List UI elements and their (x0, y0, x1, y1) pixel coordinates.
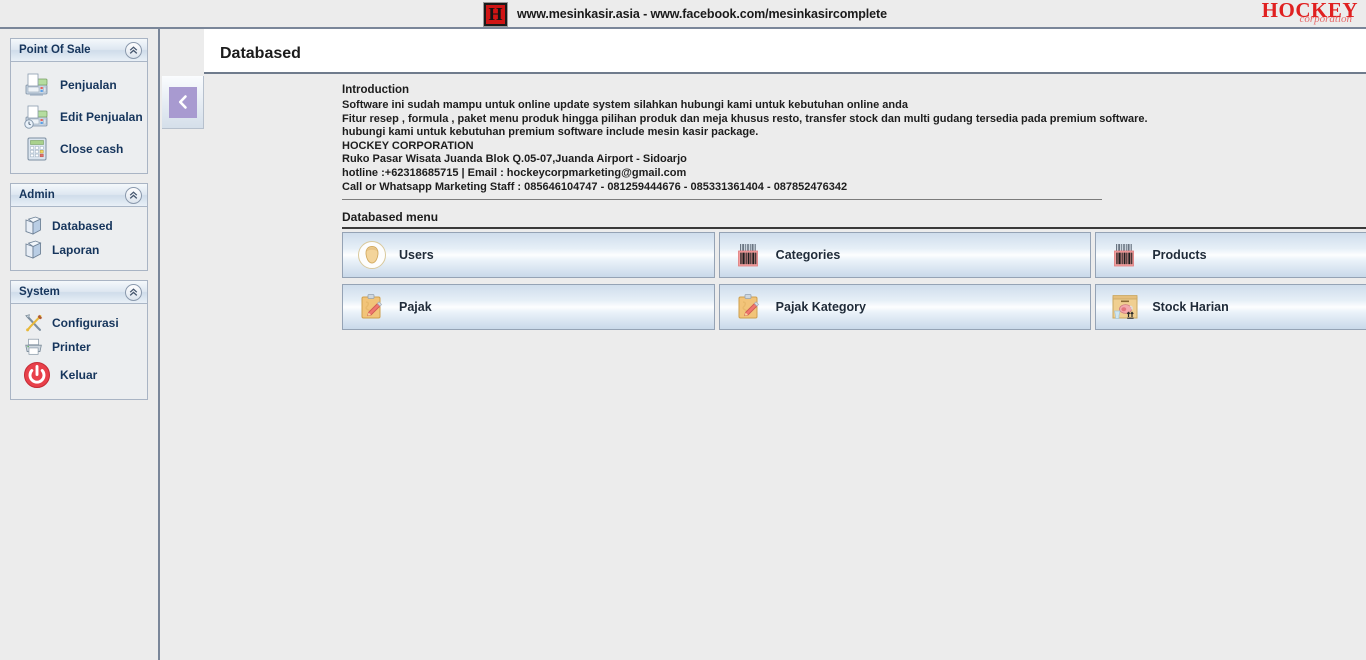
calculator-icon (23, 135, 51, 163)
sidebar-item-databased[interactable]: Databased (11, 214, 147, 238)
page-title-bar (204, 29, 1366, 74)
panel-body-system: Configurasi Printer Keluar (11, 304, 147, 399)
sidebar-item-close-cash[interactable]: Close cash (11, 133, 147, 165)
introduction-block: Introduction Software ini sudah mampu un… (342, 84, 1148, 201)
panel-header-system[interactable]: System (11, 281, 147, 304)
barcode-icon (733, 239, 765, 271)
stock-box-icon (1109, 291, 1141, 323)
cash-register-icon (23, 71, 51, 99)
top-banner: H www.mesinkasir.asia - www.facebook.com… (0, 0, 1366, 29)
panel-title-point-of-sale: Point Of Sale (19, 44, 91, 56)
double-chevron-up-icon[interactable] (125, 283, 142, 301)
databased-menu-section-header: Databased menu (342, 210, 1366, 229)
introduction-line: Call or Whatsapp Marketing Staff : 08564… (342, 180, 848, 193)
sidebar-item-label-databased: Databased (52, 219, 113, 233)
introduction-line: Software ini sudah mampu untuk online up… (342, 99, 908, 111)
user-avatar-icon (356, 239, 388, 271)
sidebar-item-label-configurasi: Configurasi (52, 316, 119, 330)
menu-button-label: Categories (775, 248, 841, 262)
sidebar-item-printer[interactable]: Printer (11, 335, 147, 359)
menu-button-users[interactable]: Users (342, 232, 715, 278)
double-chevron-up-icon[interactable] (125, 41, 142, 59)
sidebar-item-label-close-cash: Close cash (60, 142, 124, 156)
introduction-divider (342, 199, 1102, 201)
introduction-line: hubungi kami untuk kebutuhan premium sof… (342, 126, 759, 139)
sidebar-panel-point-of-sale: Point Of Sale Penjualan Edit Penjualan C… (10, 38, 148, 174)
menu-button-label: Products (1152, 248, 1207, 262)
panel-header-point-of-sale[interactable]: Point Of Sale (11, 39, 147, 62)
menu-button-pajak[interactable]: Pajak (342, 284, 715, 330)
introduction-line: hotline :+62318685715 | Email : hockeyco… (342, 166, 687, 179)
sidebar-collapse-strip[interactable] (162, 76, 204, 129)
sidebar-item-edit-penjualan[interactable]: Edit Penjualan (11, 101, 147, 133)
clipboard-pencil-icon (733, 291, 765, 323)
cash-register-edit-icon (23, 103, 51, 131)
introduction-line: Ruko Pasar Wisata Juanda Blok Q.05-07,Ju… (342, 153, 687, 166)
banner-website-text: www.mesinkasir.asia - www.facebook.com/m… (517, 7, 887, 21)
sidebar-item-keluar[interactable]: Keluar (11, 359, 147, 391)
banner-brand-group: H www.mesinkasir.asia - www.facebook.com… (483, 1, 887, 27)
sidebar-item-laporan[interactable]: Laporan (11, 238, 147, 262)
sidebar: Point Of Sale Penjualan Edit Penjualan C… (0, 29, 160, 660)
book-icon (23, 239, 45, 261)
h-monogram-letter: H (488, 4, 503, 24)
sidebar-item-label-laporan: Laporan (52, 243, 100, 257)
sidebar-item-configurasi[interactable]: Configurasi (11, 311, 147, 335)
book-icon (23, 215, 45, 237)
introduction-line: HOCKEY CORPORATION (342, 139, 474, 152)
double-chevron-up-icon[interactable] (125, 186, 142, 204)
power-off-icon (23, 361, 51, 389)
sidebar-panel-system: System Configurasi Printer Keluar (10, 280, 148, 400)
menu-row: Pajak Pajak Kategory Stock Harian (342, 284, 1366, 330)
section-divider (342, 227, 1366, 229)
introduction-line: Fitur resep , formula , paket menu produ… (342, 112, 1148, 125)
h-monogram-icon: H (483, 1, 508, 27)
panel-body-point-of-sale: Penjualan Edit Penjualan Close cash (11, 62, 147, 173)
menu-button-stock-harian[interactable]: Stock Harian (1095, 284, 1366, 330)
main-region: Databased Introduction Software ini suda… (162, 29, 1366, 660)
menu-button-label: Pajak (399, 300, 432, 314)
panel-title-admin: Admin (19, 189, 55, 201)
menu-row: Users Categories Products (342, 232, 1366, 278)
menu-button-categories[interactable]: Categories (718, 232, 1092, 278)
menu-button-pajak-kategory[interactable]: Pajak Kategory (718, 284, 1092, 330)
sidebar-item-label-printer: Printer (52, 340, 91, 354)
menu-button-products[interactable]: Products (1095, 232, 1366, 278)
sidebar-panel-admin: Admin Databased Laporan (10, 183, 148, 271)
databased-menu-grid: Users Categories Products Pajak Pajak Ka… (342, 232, 1366, 336)
page-title: Databased (220, 45, 301, 62)
menu-button-label: Stock Harian (1152, 300, 1229, 314)
sidebar-item-label-keluar: Keluar (60, 368, 98, 382)
sidebar-item-label-edit-penjualan: Edit Penjualan (60, 110, 143, 124)
wrench-screwdriver-icon (23, 312, 45, 334)
panel-title-system: System (19, 286, 60, 298)
sidebar-item-label-penjualan: Penjualan (60, 78, 117, 92)
menu-button-label: Users (399, 248, 434, 262)
hockey-corporation-logo: HOCKEY corporation (1232, 0, 1362, 28)
section-label: Databased menu (342, 210, 439, 224)
sidebar-item-penjualan[interactable]: Penjualan (11, 69, 147, 101)
menu-button-label: Pajak Kategory (775, 300, 866, 314)
panel-body-admin: Databased Laporan (11, 207, 147, 270)
clipboard-pencil-icon (356, 291, 388, 323)
introduction-heading: Introduction (342, 84, 410, 96)
printer-icon (23, 336, 45, 358)
panel-header-admin[interactable]: Admin (11, 184, 147, 207)
barcode-icon (1109, 239, 1141, 271)
chevron-left-icon[interactable] (168, 86, 197, 118)
